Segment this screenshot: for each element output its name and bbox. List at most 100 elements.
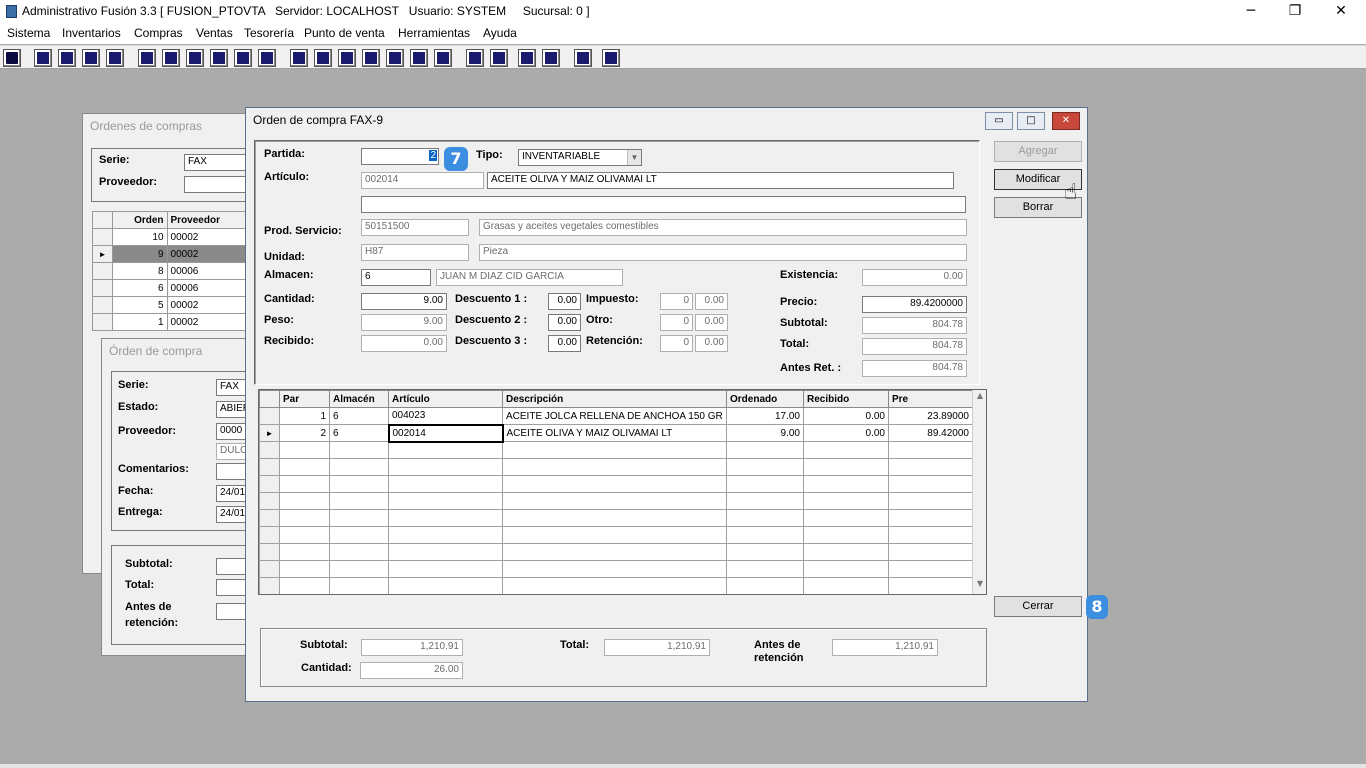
descuento1-field[interactable]: 0.00 bbox=[548, 293, 581, 310]
window-restore-button[interactable]: □ bbox=[1017, 112, 1045, 130]
table-icon[interactable] bbox=[434, 49, 452, 67]
menu-ayuda[interactable]: Ayuda bbox=[483, 26, 517, 40]
chevron-down-icon[interactable]: ▼ bbox=[627, 150, 641, 165]
table-row-selected[interactable]: ► 2 6 002014 ACEITE OLIVA Y MAIZ OLIVAMA… bbox=[259, 423, 973, 443]
precio-field[interactable]: 89.4200000 bbox=[862, 296, 967, 313]
table-row[interactable] bbox=[259, 509, 973, 527]
table-row[interactable] bbox=[259, 543, 973, 561]
swap-icon[interactable] bbox=[82, 49, 100, 67]
table-row[interactable] bbox=[259, 458, 973, 476]
home-icon[interactable] bbox=[466, 49, 484, 67]
refresh-icon[interactable] bbox=[518, 49, 536, 67]
scroll-up-icon[interactable]: ▲ bbox=[974, 391, 986, 404]
descuento3-field[interactable]: 0.00 bbox=[548, 335, 581, 352]
document-icon[interactable] bbox=[234, 49, 252, 67]
col-ordenado[interactable]: Ordenado bbox=[726, 390, 804, 408]
articulo-code-field[interactable]: 002014 bbox=[361, 172, 484, 189]
cantidad-field[interactable]: 9.00 bbox=[361, 293, 447, 310]
retencion-label: Retención: bbox=[586, 335, 643, 347]
group-icon[interactable] bbox=[290, 49, 308, 67]
subtotal-label: Subtotal: bbox=[780, 317, 828, 329]
col-articulo[interactable]: Artículo bbox=[388, 390, 503, 408]
table-row[interactable]: 5 00002 bbox=[92, 296, 253, 314]
col-precio[interactable]: Pre bbox=[888, 390, 973, 408]
bottom-bar bbox=[0, 764, 1366, 768]
close-button[interactable]: ✕ bbox=[1318, 0, 1364, 24]
orden-subtotal-label: Subtotal: bbox=[125, 558, 173, 570]
cerrar-button[interactable]: Cerrar bbox=[994, 596, 1082, 617]
menu-tesoreria[interactable]: Tesorería bbox=[244, 26, 294, 40]
descuento2-field[interactable]: 0.00 bbox=[548, 314, 581, 331]
report-icon[interactable] bbox=[410, 49, 428, 67]
print-icon[interactable] bbox=[186, 49, 204, 67]
table-row[interactable] bbox=[259, 560, 973, 578]
minimize-button[interactable]: ─ bbox=[1228, 0, 1274, 24]
window-close-button[interactable]: ✕ bbox=[1052, 112, 1080, 130]
partida-field[interactable]: 2 bbox=[361, 148, 439, 165]
window-minimize-button[interactable]: ▭ bbox=[985, 112, 1013, 130]
list-icon[interactable] bbox=[258, 49, 276, 67]
help-icon[interactable] bbox=[602, 49, 620, 67]
table-row[interactable] bbox=[259, 526, 973, 544]
menu-punto-de-venta[interactable]: Punto de venta bbox=[304, 26, 385, 40]
tipo-select[interactable]: INVENTARIABLE ▼ bbox=[518, 149, 642, 166]
copy-icon[interactable] bbox=[34, 49, 52, 67]
add-icon[interactable] bbox=[362, 49, 380, 67]
col-descripcion[interactable]: Descripción bbox=[502, 390, 727, 408]
scroll-down-icon[interactable]: ▼ bbox=[974, 579, 986, 592]
grid-vertical-scrollbar[interactable]: ▲ ▼ bbox=[972, 390, 986, 594]
search-icon[interactable] bbox=[106, 49, 124, 67]
table-row[interactable]: 8 00006 bbox=[92, 262, 253, 280]
table-row[interactable] bbox=[259, 577, 973, 594]
table-row[interactable]: 1 00002 bbox=[92, 313, 253, 331]
folder-icon[interactable] bbox=[162, 49, 180, 67]
table-row[interactable] bbox=[259, 475, 973, 493]
user-icon[interactable] bbox=[138, 49, 156, 67]
otro-amount: 0.00 bbox=[695, 314, 728, 331]
col-proveedor[interactable]: Proveedor bbox=[166, 211, 253, 229]
menu-sistema[interactable]: Sistema bbox=[7, 26, 50, 40]
unidad-code[interactable]: H87 bbox=[361, 244, 469, 261]
orden-detalle-title: Órden de compra bbox=[102, 339, 250, 365]
calculator-icon[interactable] bbox=[3, 49, 21, 67]
printer-icon[interactable] bbox=[210, 49, 228, 67]
partidas-grid[interactable]: Par Almacén Artículo Descripción Ordenad… bbox=[258, 389, 987, 595]
dollar-icon[interactable] bbox=[386, 49, 404, 67]
descuento1-label: Descuento 1 : bbox=[455, 293, 528, 305]
agregar-button[interactable]: Agregar bbox=[994, 141, 1082, 162]
back-icon[interactable] bbox=[574, 49, 592, 67]
table-row[interactable]: 6 00006 bbox=[92, 279, 253, 297]
restore-button[interactable]: ❐ bbox=[1272, 0, 1318, 24]
export-icon[interactable] bbox=[338, 49, 356, 67]
undo-icon[interactable] bbox=[542, 49, 560, 67]
table-row-selected[interactable]: ► 9 00002 bbox=[92, 245, 253, 263]
clipboard-icon[interactable] bbox=[58, 49, 76, 67]
table-row[interactable]: 10 00002 bbox=[92, 228, 253, 246]
peso-field[interactable]: 9.00 bbox=[361, 314, 447, 331]
table-row[interactable]: 1 6 004023 ACEITE JOLCA RELLENA DE ANCHO… bbox=[259, 407, 973, 425]
ordenes-table[interactable]: Orden Proveedor 10 00002 ► 9 00002 8 00006 6… bbox=[92, 211, 253, 331]
totales-total-field: 1,210.91 bbox=[604, 639, 710, 656]
prod-servicio-code[interactable]: 50151500 bbox=[361, 219, 469, 236]
ordenes-serie-field[interactable]: FAX bbox=[184, 154, 246, 171]
ordenes-proveedor-field[interactable] bbox=[184, 176, 246, 193]
orden-detalle-window[interactable]: Órden de compra Serie: FAX Estado: ABIER… bbox=[101, 338, 256, 656]
table-row[interactable] bbox=[259, 492, 973, 510]
col-almacen[interactable]: Almacén bbox=[329, 390, 389, 408]
almacen-code[interactable]: 6 bbox=[361, 269, 431, 286]
menu-herramientas[interactable]: Herramientas bbox=[398, 26, 470, 40]
partida-label: Partida: bbox=[264, 148, 305, 160]
table-row[interactable] bbox=[259, 441, 973, 459]
orden-compra-window[interactable]: Orden de compra FAX-9 ▭ □ ✕ Partida: 2 7… bbox=[245, 107, 1108, 702]
find-icon[interactable] bbox=[490, 49, 508, 67]
articulo-extra-field[interactable] bbox=[361, 196, 966, 213]
col-recibido[interactable]: Recibido bbox=[803, 390, 889, 408]
menu-compras[interactable]: Compras bbox=[134, 26, 183, 40]
card-icon[interactable] bbox=[314, 49, 332, 67]
menu-inventarios[interactable]: Inventarios bbox=[62, 26, 121, 40]
articulo-desc-field[interactable]: ACEITE OLIVA Y MAIZ OLIVAMAI LT bbox=[487, 172, 954, 189]
menu-ventas[interactable]: Ventas bbox=[196, 26, 233, 40]
col-orden[interactable]: Orden bbox=[112, 211, 168, 229]
col-par[interactable]: Par bbox=[279, 390, 330, 408]
toolbar bbox=[0, 45, 1366, 69]
